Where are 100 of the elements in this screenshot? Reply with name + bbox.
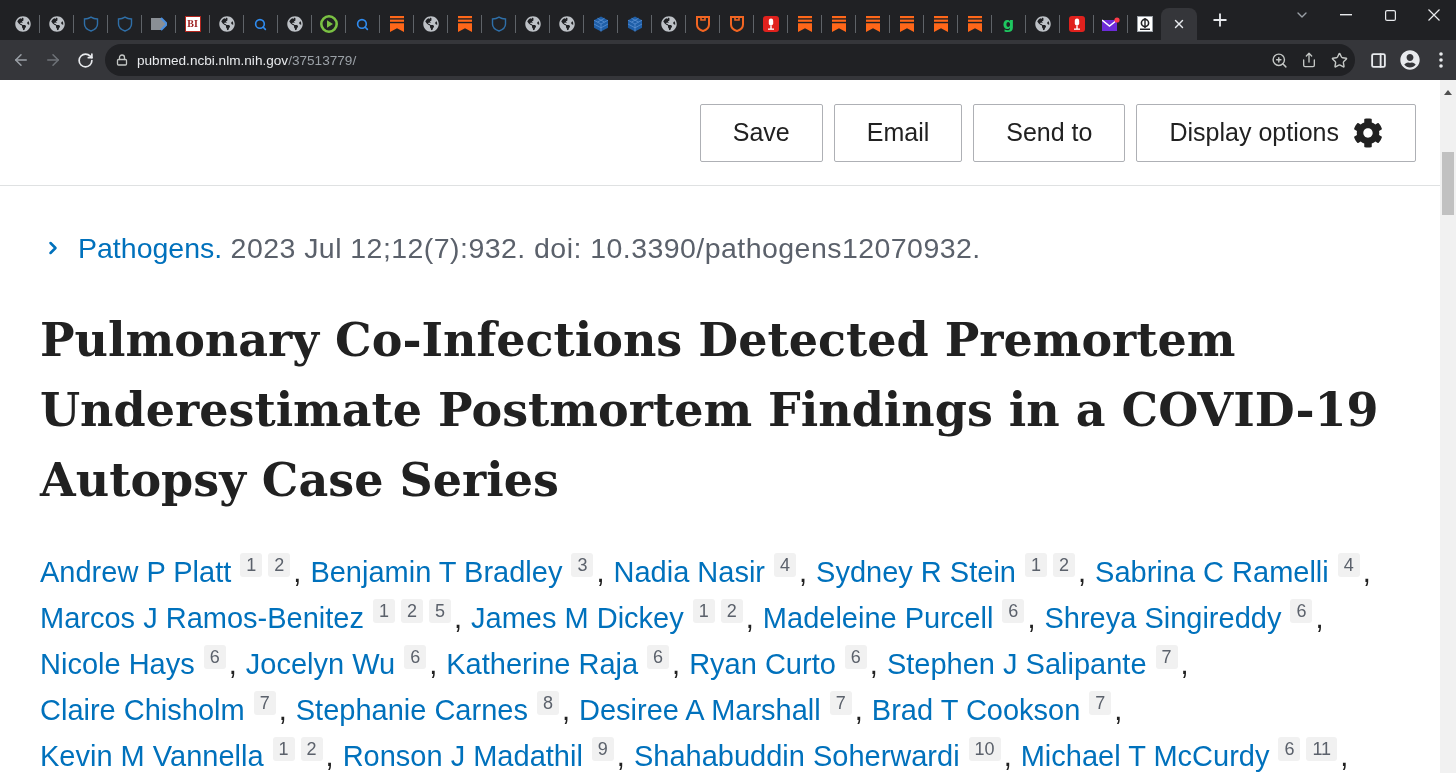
author-link[interactable]: Andrew P Platt	[40, 549, 232, 595]
author-link[interactable]: Claire Chisholm	[40, 687, 245, 733]
author-link[interactable]: Michael T McCurdy	[1020, 733, 1270, 773]
affiliation-link[interactable]: 1	[272, 737, 295, 761]
author-comma: ,	[672, 647, 681, 682]
share-icon	[1301, 52, 1317, 68]
author-link[interactable]: Kevin M Vannella	[40, 733, 264, 773]
globe-icon	[218, 16, 235, 32]
affiliation-link[interactable]: 7	[1089, 691, 1112, 715]
affiliation-link[interactable]: 1	[372, 599, 395, 623]
affiliation-link[interactable]: 6	[647, 645, 670, 669]
action-button[interactable]: Email	[833, 103, 963, 162]
author-link[interactable]: Nicole Hays	[40, 641, 195, 687]
affiliation-link[interactable]: 2	[300, 737, 323, 761]
affiliation-link[interactable]: 10	[968, 737, 1001, 761]
author-link[interactable]: Katherine Raja	[446, 641, 639, 687]
zoom-in-icon	[1270, 51, 1288, 69]
address-bar[interactable]: pubmed.ncbi.nlm.nih.gov/37513779/	[105, 44, 1355, 76]
affiliation-link[interactable]: 2	[268, 553, 291, 577]
author-link[interactable]: Nadia Nasir	[613, 549, 765, 595]
author-link[interactable]: Stephanie Carnes	[295, 687, 528, 733]
scroll-up-icon[interactable]	[1444, 90, 1452, 95]
author-link[interactable]: Shahabuddin Soherwardi	[633, 733, 960, 773]
lock-icon	[116, 54, 128, 66]
author-comma: ,	[1003, 739, 1012, 773]
affiliation-link[interactable]: 1	[1024, 553, 1047, 577]
author-link[interactable]: Shreya Singireddy	[1044, 595, 1282, 641]
affiliation-link[interactable]: 2	[1052, 553, 1075, 577]
author-link[interactable]: Jocelyn Wu	[245, 641, 396, 687]
cube-icon	[592, 16, 609, 32]
affiliation-link[interactable]: 6	[1002, 599, 1025, 623]
author-link[interactable]: Benjamin T Bradley	[310, 549, 563, 595]
affiliation-link[interactable]: 5	[428, 599, 451, 623]
author-link[interactable]: Ronson J Madathil	[342, 733, 583, 773]
author-comma: ,	[429, 647, 438, 682]
author-comma: ,	[325, 739, 334, 773]
affiliation-link[interactable]: 6	[404, 645, 427, 669]
author-link[interactable]: Madeleine Purcell	[762, 595, 994, 641]
author-link[interactable]: Brad T Cookson	[871, 687, 1081, 733]
browser-tab[interactable]: g	[992, 8, 1025, 40]
display-options-button[interactable]: Display options	[1136, 103, 1416, 162]
author-comma: ,	[293, 555, 302, 590]
shield-icon	[695, 16, 710, 32]
author-comma: ,	[1315, 601, 1324, 636]
scrollbar-track[interactable]	[1440, 80, 1456, 773]
author-comma: ,	[596, 555, 605, 590]
search-icon	[254, 17, 267, 31]
affiliation-link[interactable]: 6	[844, 645, 867, 669]
scrollbar-thumb[interactable]	[1442, 152, 1454, 215]
envelope-icon	[1101, 16, 1120, 32]
affiliation-link[interactable]: 7	[1155, 645, 1178, 669]
shield-icon	[82, 16, 99, 32]
affiliation-link[interactable]: 8	[536, 691, 559, 715]
affiliation-link[interactable]: 2	[720, 599, 743, 623]
affiliation-link[interactable]: 6	[1278, 737, 1301, 761]
author-link[interactable]: Ryan Curto	[689, 641, 836, 687]
affiliation-link[interactable]: 2	[400, 599, 423, 623]
affiliation-link[interactable]: 4	[774, 553, 796, 577]
author-link[interactable]: Sabrina C Ramelli	[1095, 549, 1329, 595]
affiliation-link[interactable]: 7	[253, 691, 276, 715]
globe-icon	[14, 16, 31, 32]
side-panel-icon	[1370, 51, 1387, 69]
author-comma: ,	[454, 601, 463, 636]
author-link[interactable]: James M Dickey	[471, 595, 684, 641]
author-link[interactable]: Desiree A Marshall	[579, 687, 821, 733]
author-comma: ,	[1027, 601, 1036, 636]
minimize-icon	[1340, 14, 1352, 16]
author-comma: ,	[1180, 647, 1189, 682]
affiliation-link[interactable]: 1	[240, 553, 263, 577]
affiliation-link[interactable]: 11	[1306, 737, 1338, 761]
action-button[interactable]: Send to	[973, 103, 1126, 162]
citation-text: Pathogens. 2023 Jul 12;12(7):932. doi: 10.3390/pathogens12070932.	[78, 231, 981, 266]
journal-link[interactable]: Pathogens.	[78, 232, 223, 264]
action-button[interactable]: Save	[699, 103, 823, 162]
affiliation-link[interactable]: 3	[571, 553, 594, 577]
author-comma: ,	[745, 601, 754, 636]
close-icon[interactable]	[1172, 17, 1186, 31]
affiliation-link[interactable]: 4	[1337, 553, 1360, 577]
gear-icon	[1353, 117, 1383, 148]
author-comma: ,	[228, 647, 237, 682]
affiliation-link[interactable]: 1	[692, 599, 715, 623]
browser-tab[interactable]: BI	[176, 8, 209, 40]
affiliation-link[interactable]: 6	[203, 645, 226, 669]
affiliation-link[interactable]: 6	[1290, 599, 1313, 623]
affiliation-link[interactable]: 7	[829, 691, 852, 715]
microphone-icon	[762, 16, 779, 32]
affiliation-link[interactable]: 9	[591, 737, 614, 761]
author-comma: ,	[1362, 555, 1371, 590]
author-link[interactable]: Stephen J Salipante	[886, 641, 1147, 687]
author-link[interactable]: Sydney R Stein	[816, 549, 1016, 595]
author-comma: ,	[1340, 739, 1349, 773]
author-comma: ,	[799, 555, 808, 590]
author-comma: ,	[616, 739, 625, 773]
bookmark-icon	[831, 16, 846, 32]
author-comma: ,	[1078, 555, 1087, 590]
reload-icon	[76, 51, 94, 69]
star-icon	[1330, 51, 1348, 69]
tag-icon	[150, 17, 167, 31]
author-link[interactable]: Marcos J Ramos-Benitez	[40, 595, 364, 641]
author-comma: ,	[854, 693, 863, 728]
